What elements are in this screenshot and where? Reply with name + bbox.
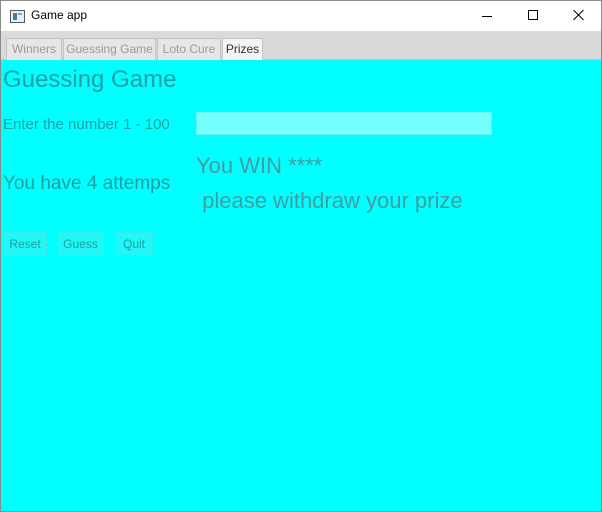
tab-guessing-game[interactable]: Guessing Game	[63, 38, 156, 60]
result-message: You WIN ****	[196, 153, 323, 178]
guessing-game-panel: Guessing Game Enter the number 1 - 100 Y…	[1, 60, 601, 511]
minimize-button[interactable]	[464, 1, 510, 31]
quit-button[interactable]: Quit	[115, 232, 153, 256]
minimize-icon	[482, 16, 492, 17]
tab-prizes[interactable]: Prizes	[222, 38, 263, 60]
result-submessage: please withdraw your prize	[196, 188, 463, 213]
tab-bar: Winners Guessing Game Loto Cure Prizes	[1, 31, 601, 60]
app-window: Game app Winners Guessing Game Loto Cure…	[0, 0, 602, 512]
app-window-icon	[10, 10, 25, 23]
title-bar[interactable]: Game app	[1, 1, 601, 31]
guess-button[interactable]: Guess	[57, 232, 104, 256]
reset-button[interactable]: Reset	[3, 232, 47, 256]
tab-loto-cure[interactable]: Loto Cure	[157, 38, 221, 60]
window-title: Game app	[31, 8, 88, 22]
maximize-button[interactable]	[510, 1, 556, 31]
maximize-icon	[528, 10, 538, 20]
attempts-remaining-text: You have 4 attemps	[3, 173, 171, 194]
number-input[interactable]	[196, 112, 492, 135]
close-button[interactable]	[556, 1, 602, 31]
tab-winners[interactable]: Winners	[6, 38, 62, 60]
close-icon	[573, 9, 585, 21]
number-prompt-label: Enter the number 1 - 100	[3, 116, 170, 133]
page-title: Guessing Game	[3, 66, 177, 93]
